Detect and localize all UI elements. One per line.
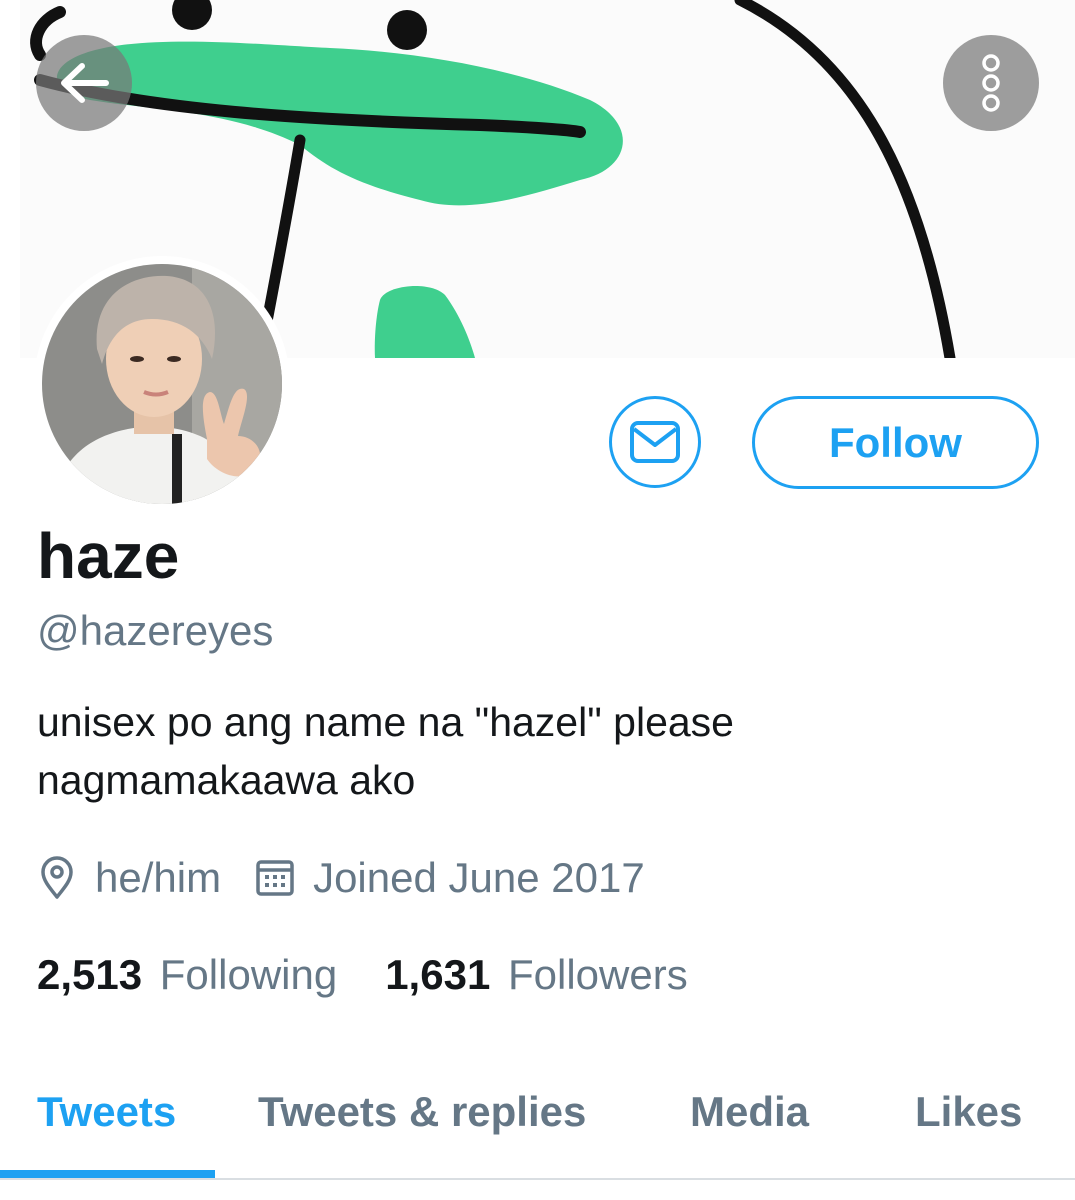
more-vertical-icon bbox=[982, 54, 1000, 112]
user-handle: @hazereyes bbox=[37, 607, 274, 654]
followers-count: 1,631 bbox=[385, 951, 491, 998]
profile-tabs: Tweets Tweets & replies Media Likes bbox=[0, 1070, 1075, 1182]
avatar[interactable] bbox=[34, 256, 290, 512]
tabs-divider bbox=[0, 1178, 1075, 1180]
envelope-icon bbox=[630, 421, 680, 463]
profile-meta: he/him Joined June 2017 bbox=[37, 850, 645, 906]
followers-stat[interactable]: 1,631 Followers bbox=[385, 951, 688, 999]
profile-page: Follow haze @hazereyes unisex po ang nam… bbox=[0, 0, 1075, 1200]
following-stat[interactable]: 2,513 Following bbox=[37, 951, 337, 999]
tab-tweets-replies[interactable]: Tweets & replies bbox=[258, 1084, 586, 1140]
tab-media[interactable]: Media bbox=[690, 1084, 809, 1140]
follow-stats: 2,513 Following 1,631 Followers bbox=[37, 946, 688, 1004]
joined-date: Joined June 2017 bbox=[313, 854, 645, 901]
more-options-button[interactable] bbox=[943, 35, 1039, 131]
following-count: 2,513 bbox=[37, 951, 143, 998]
back-button[interactable] bbox=[36, 35, 132, 131]
tab-likes[interactable]: Likes bbox=[915, 1084, 1022, 1140]
location-pin-icon bbox=[37, 856, 77, 900]
avatar-photo bbox=[42, 264, 282, 504]
bio: unisex po ang name na "hazel" please nag… bbox=[37, 693, 1037, 809]
follow-button[interactable]: Follow bbox=[752, 396, 1039, 489]
calendar-icon bbox=[255, 858, 295, 898]
bio-line: unisex po ang name na "hazel" please bbox=[37, 699, 734, 745]
active-tab-indicator bbox=[0, 1170, 215, 1178]
message-button[interactable] bbox=[609, 396, 701, 488]
tab-tweets[interactable]: Tweets bbox=[37, 1084, 176, 1140]
display-name: haze bbox=[37, 520, 180, 592]
location-text: he/him bbox=[95, 854, 222, 901]
bio-line: nagmamakaawa ako bbox=[37, 757, 416, 803]
arrow-left-icon bbox=[61, 63, 109, 103]
followers-label: Followers bbox=[507, 951, 688, 998]
following-label: Following bbox=[159, 951, 338, 998]
